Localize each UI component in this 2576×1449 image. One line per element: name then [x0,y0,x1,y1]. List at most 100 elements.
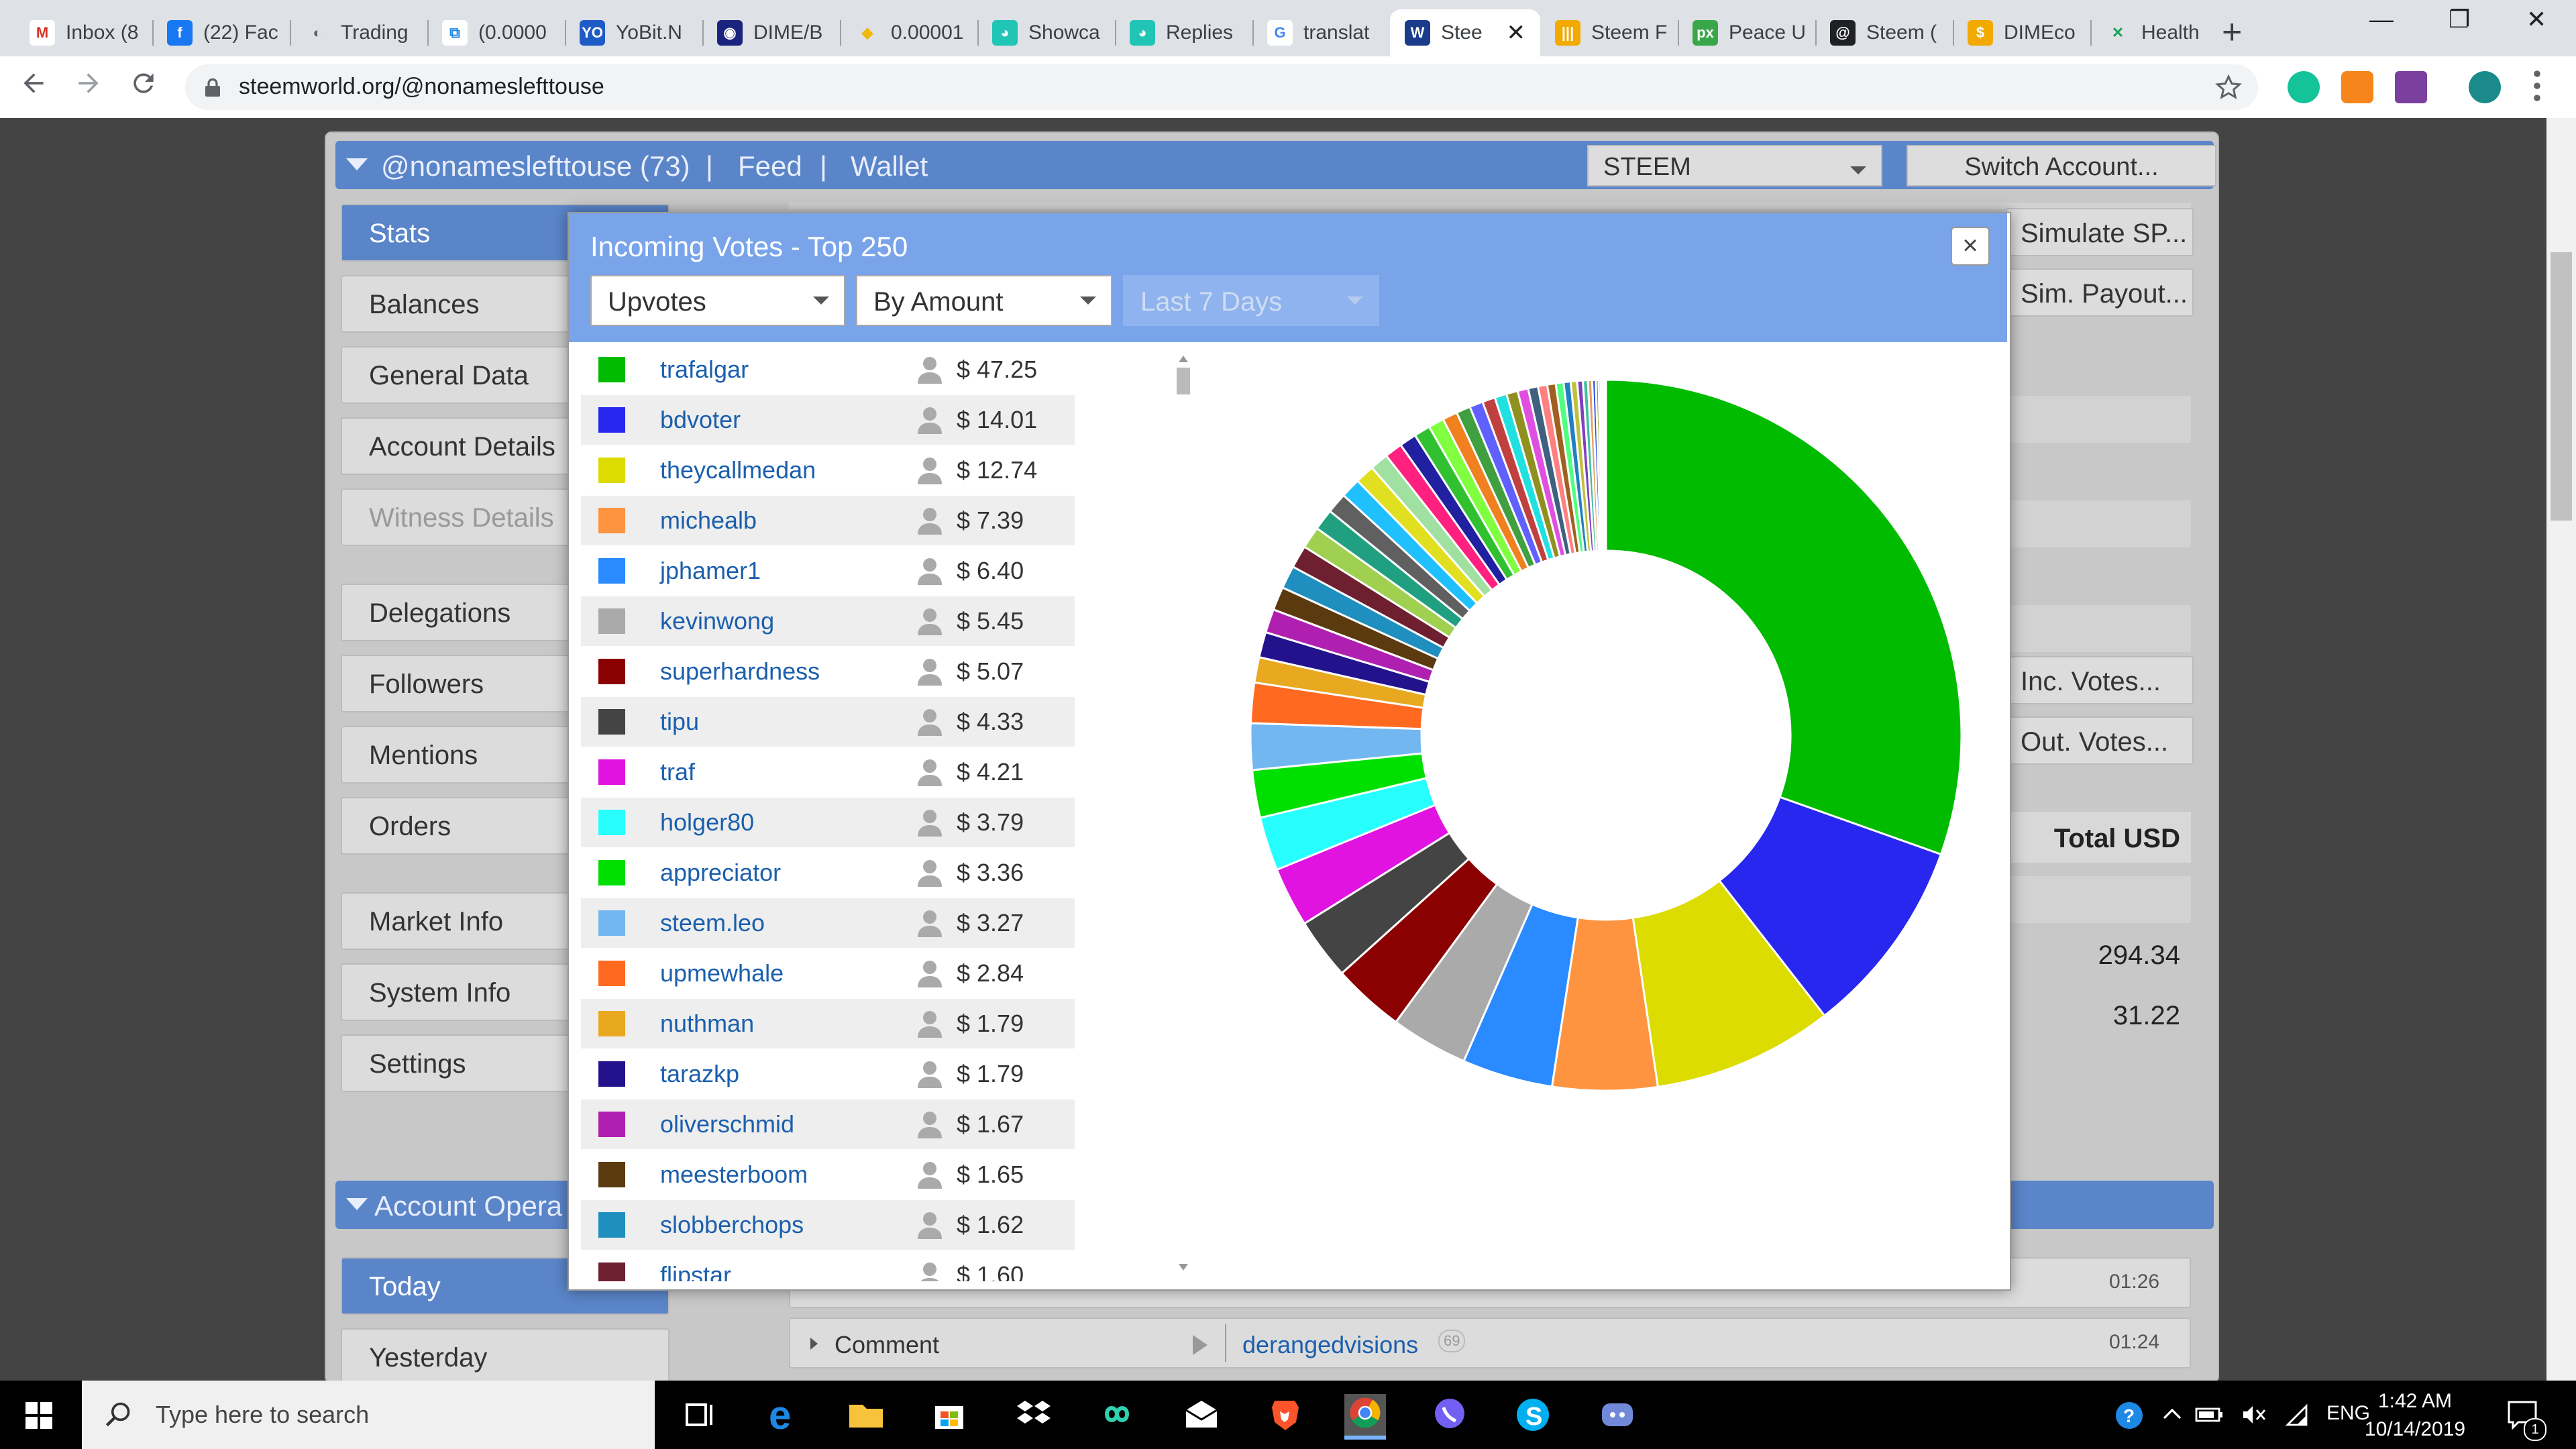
voter-name-link[interactable]: meesterboom [660,1161,808,1189]
user-profile-icon[interactable] [916,1060,943,1088]
taskbar-clock[interactable]: 1:42 AM 10/14/2019 [2355,1387,2475,1444]
account-name[interactable]: @nonameslefttouse (73) [381,150,690,182]
user-profile-icon[interactable] [916,657,943,686]
voter-list-scrollbar[interactable] [1170,346,1197,1281]
mail-icon[interactable] [1179,1393,1224,1437]
reload-icon[interactable] [129,68,158,98]
dropbox-icon[interactable] [1012,1393,1056,1437]
browser-tab[interactable]: ✕ Health [2090,9,2228,56]
user-profile-icon[interactable] [916,406,943,434]
browser-tab[interactable]: W Stee ✕ [1390,9,1540,56]
taskbar-search-box[interactable]: Type here to search [82,1381,655,1449]
voter-name-link[interactable]: slobberchops [660,1211,804,1239]
voter-name-link[interactable]: superhardness [660,657,820,686]
browser-tab[interactable]: M Inbox (8 [15,9,152,56]
voter-name-link[interactable]: steem.leo [660,909,765,937]
chrome-browser-icon[interactable] [1344,1394,1386,1440]
browser-tab[interactable]: ◕ Replies [1115,9,1252,56]
voter-list-scrollbar-thumb[interactable] [1177,368,1190,394]
browser-tab[interactable]: ◆ 0.00001 [840,9,977,56]
vote-type-select[interactable]: Upvotes [590,275,845,326]
currency-select[interactable]: STEEM [1587,145,1882,186]
browser-tab[interactable]: $ DIMEco [1953,9,2090,56]
voter-name-link[interactable]: holger80 [660,808,754,837]
task-view-icon[interactable] [676,1393,720,1437]
donut-slice[interactable] [1604,378,1607,552]
expand-triangle-icon[interactable] [810,1338,818,1350]
tab-close-button[interactable]: ✕ [1507,19,1526,46]
user-profile-icon[interactable] [916,506,943,535]
brave-browser-icon[interactable] [1263,1393,1307,1437]
user-profile-icon[interactable] [916,1261,943,1281]
new-tab-button[interactable]: + [2222,12,2242,52]
scroll-down-icon[interactable] [1179,1264,1188,1271]
user-profile-icon[interactable] [916,758,943,786]
voter-name-link[interactable]: nuthman [660,1010,754,1038]
operation-row[interactable]: Comment derangedvisions 69 01:24 [789,1318,2191,1368]
operation-user-link[interactable]: derangedvisions [1242,1331,1418,1359]
voter-name-link[interactable]: jphamer1 [660,557,761,585]
browser-tab[interactable]: ◐ Trading [290,9,427,56]
user-profile-icon[interactable] [916,607,943,635]
user-profile-icon[interactable] [916,959,943,987]
voter-name-link[interactable]: flipstar [660,1261,731,1281]
user-profile-icon[interactable] [916,456,943,484]
lock-icon[interactable] [204,78,221,98]
user-profile-icon[interactable] [916,1110,943,1138]
user-profile-icon[interactable] [916,1211,943,1239]
battery-icon[interactable] [2195,1403,2224,1426]
address-bar[interactable]: steemworld.org/@nonameslefttouse [185,64,2258,110]
voter-name-link[interactable]: bdvoter [660,406,741,434]
voter-name-link[interactable]: oliverschmid [660,1110,794,1138]
browser-menu-icon[interactable] [2533,70,2541,102]
help-icon[interactable]: ? [2114,1401,2144,1430]
microsoft-store-icon[interactable] [927,1393,971,1437]
switch-account-button[interactable]: Switch Account... [1907,145,2216,186]
modal-close-button[interactable]: × [1951,227,1990,266]
simulate-sp-button[interactable]: Simulate SP... [2006,208,2194,256]
metamask-extension-icon[interactable] [2341,71,2373,103]
voter-name-link[interactable]: trafalgar [660,356,749,384]
ops-day-yesterday[interactable]: Yesterday [341,1328,669,1386]
voter-name-link[interactable]: theycallmedan [660,456,816,484]
browser-tab[interactable]: ||| Steem F [1540,9,1678,56]
extension-icon[interactable] [2395,71,2427,103]
wallet-link[interactable]: Wallet [851,150,928,182]
infinity-app-icon[interactable] [1095,1393,1139,1437]
browser-tab[interactable]: px Peace U [1678,9,1815,56]
profile-avatar[interactable] [2469,71,2501,103]
voter-name-link[interactable]: appreciator [660,859,781,887]
voter-name-link[interactable]: michealb [660,506,757,535]
grammarly-extension-icon[interactable] [2288,71,2320,103]
voter-name-link[interactable]: tarazkp [660,1060,739,1088]
page-scrollbar[interactable] [2546,118,2576,1381]
viber-icon[interactable] [1428,1393,1472,1437]
sim-payout-button[interactable]: Sim. Payout... [2006,268,2194,317]
donut-slice-trafalgar[interactable] [1605,378,1963,856]
voter-name-link[interactable]: traf [660,758,695,786]
user-profile-icon[interactable] [916,1010,943,1038]
browser-tab[interactable]: YO YoBit.N [565,9,702,56]
restore-button[interactable]: ❐ [2449,5,2470,34]
sort-select[interactable]: By Amount [856,275,1112,326]
browser-tab[interactable]: Gtranslat [1252,9,1390,56]
skype-icon[interactable]: S [1511,1393,1555,1437]
user-profile-icon[interactable] [916,708,943,736]
voter-name-link[interactable]: kevinwong [660,607,774,635]
voter-name-link[interactable]: upmewhale [660,959,784,987]
page-scrollbar-thumb[interactable] [2551,252,2572,521]
bookmark-star-icon[interactable] [2215,74,2242,101]
collapse-triangle-icon[interactable] [346,1198,368,1210]
user-profile-icon[interactable] [916,356,943,384]
user-profile-icon[interactable] [916,859,943,887]
windows-start-icon[interactable] [25,1402,52,1429]
user-profile-icon[interactable] [916,557,943,585]
user-profile-icon[interactable] [916,909,943,937]
voter-name-link[interactable]: tipu [660,708,699,736]
edge-browser-icon[interactable]: e [759,1393,804,1437]
back-arrow-icon[interactable] [19,68,48,98]
outgoing-votes-button[interactable]: Out. Votes... [2006,716,2194,765]
incoming-votes-button[interactable]: Inc. Votes... [2006,656,2194,704]
play-icon[interactable] [1193,1335,1208,1355]
discord-icon[interactable] [1595,1393,1640,1437]
